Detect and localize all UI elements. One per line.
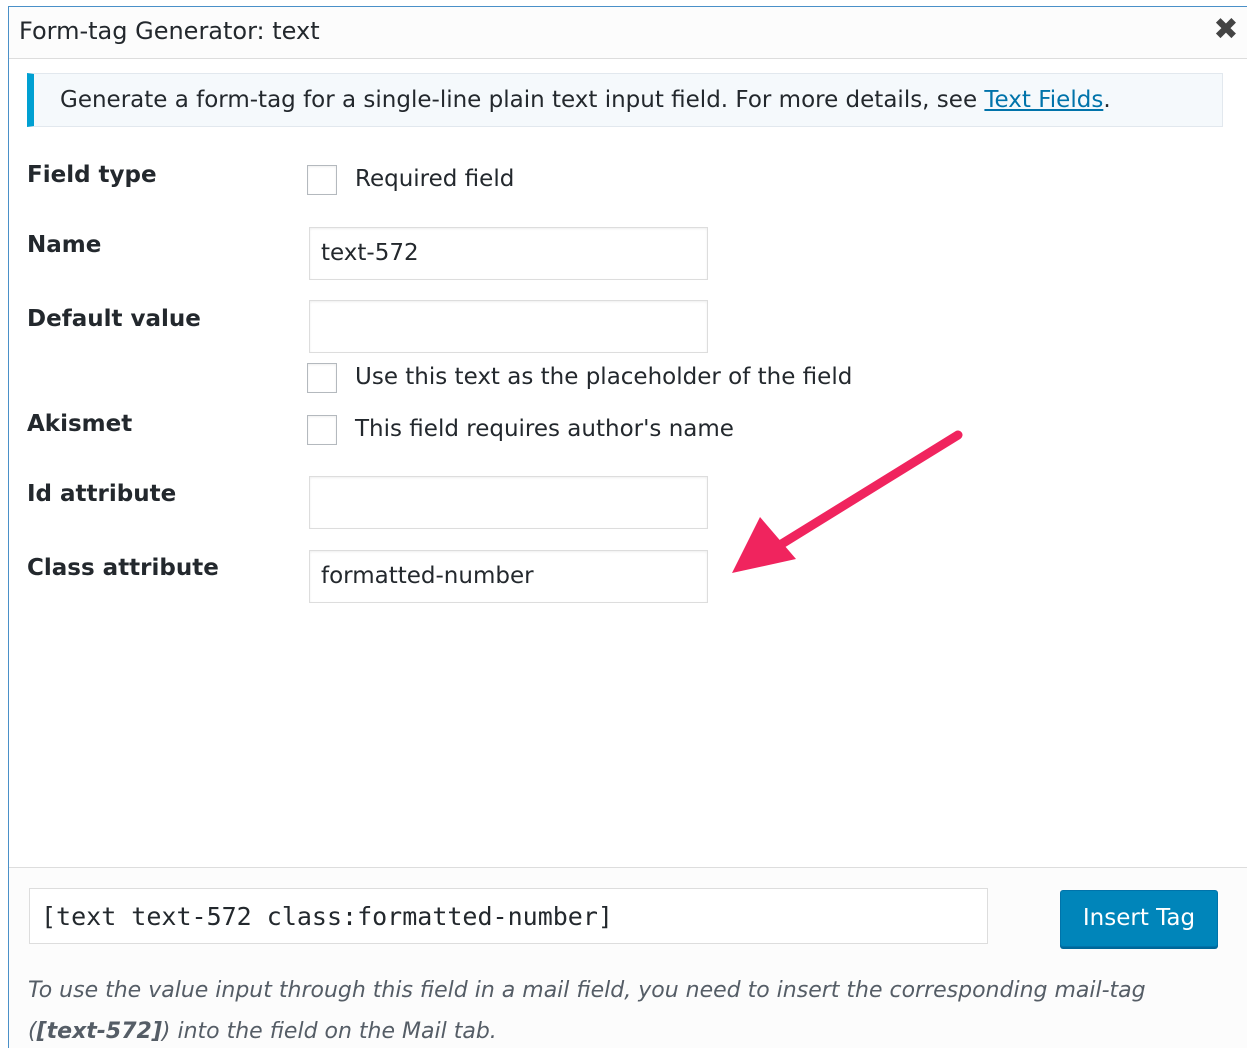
notice-message: Generate a form-tag for a single-line pl…	[60, 87, 985, 113]
dialog-title: Form-tag Generator: text	[19, 17, 320, 45]
default-value-input[interactable]	[309, 300, 708, 353]
id-attribute-label: Id attribute	[27, 481, 177, 507]
required-field-checkbox[interactable]	[307, 165, 337, 195]
notice-suffix: .	[1103, 87, 1111, 113]
hint-text-after: ) into the field on the Mail tab.	[161, 1019, 497, 1044]
name-input[interactable]: text-572	[309, 227, 708, 280]
author-name-checkbox[interactable]	[307, 415, 337, 445]
hint-mail-tag: [text-572]	[36, 1019, 162, 1044]
class-attribute-input[interactable]: formatted-number	[309, 550, 708, 603]
default-value-label: Default value	[27, 306, 201, 332]
info-notice: Generate a form-tag for a single-line pl…	[27, 73, 1223, 127]
author-name-checkbox-label[interactable]: This field requires author's name	[355, 416, 734, 442]
akismet-label: Akismet	[27, 411, 133, 437]
name-label: Name	[27, 232, 102, 258]
insert-tag-button[interactable]: Insert Tag	[1060, 890, 1218, 947]
required-field-label[interactable]: Required field	[355, 166, 514, 192]
generated-tag-field[interactable]: [text text-572 class:formatted-number]	[29, 888, 988, 944]
placeholder-checkbox-label[interactable]: Use this text as the placeholder of the …	[355, 364, 852, 390]
mail-tag-hint: To use the value input through this fiel…	[28, 970, 1218, 1052]
notice-text: Generate a form-tag for a single-line pl…	[60, 87, 1111, 113]
text-fields-link[interactable]: Text Fields	[984, 87, 1103, 113]
dialog-titlebar: Form-tag Generator: text ✖	[9, 7, 1247, 59]
class-attribute-label: Class attribute	[27, 555, 219, 581]
placeholder-checkbox[interactable]	[307, 363, 337, 393]
id-attribute-input[interactable]	[309, 476, 708, 529]
close-icon[interactable]: ✖	[1211, 15, 1241, 45]
field-type-label: Field type	[27, 162, 157, 188]
annotation-arrow-icon	[732, 430, 963, 573]
